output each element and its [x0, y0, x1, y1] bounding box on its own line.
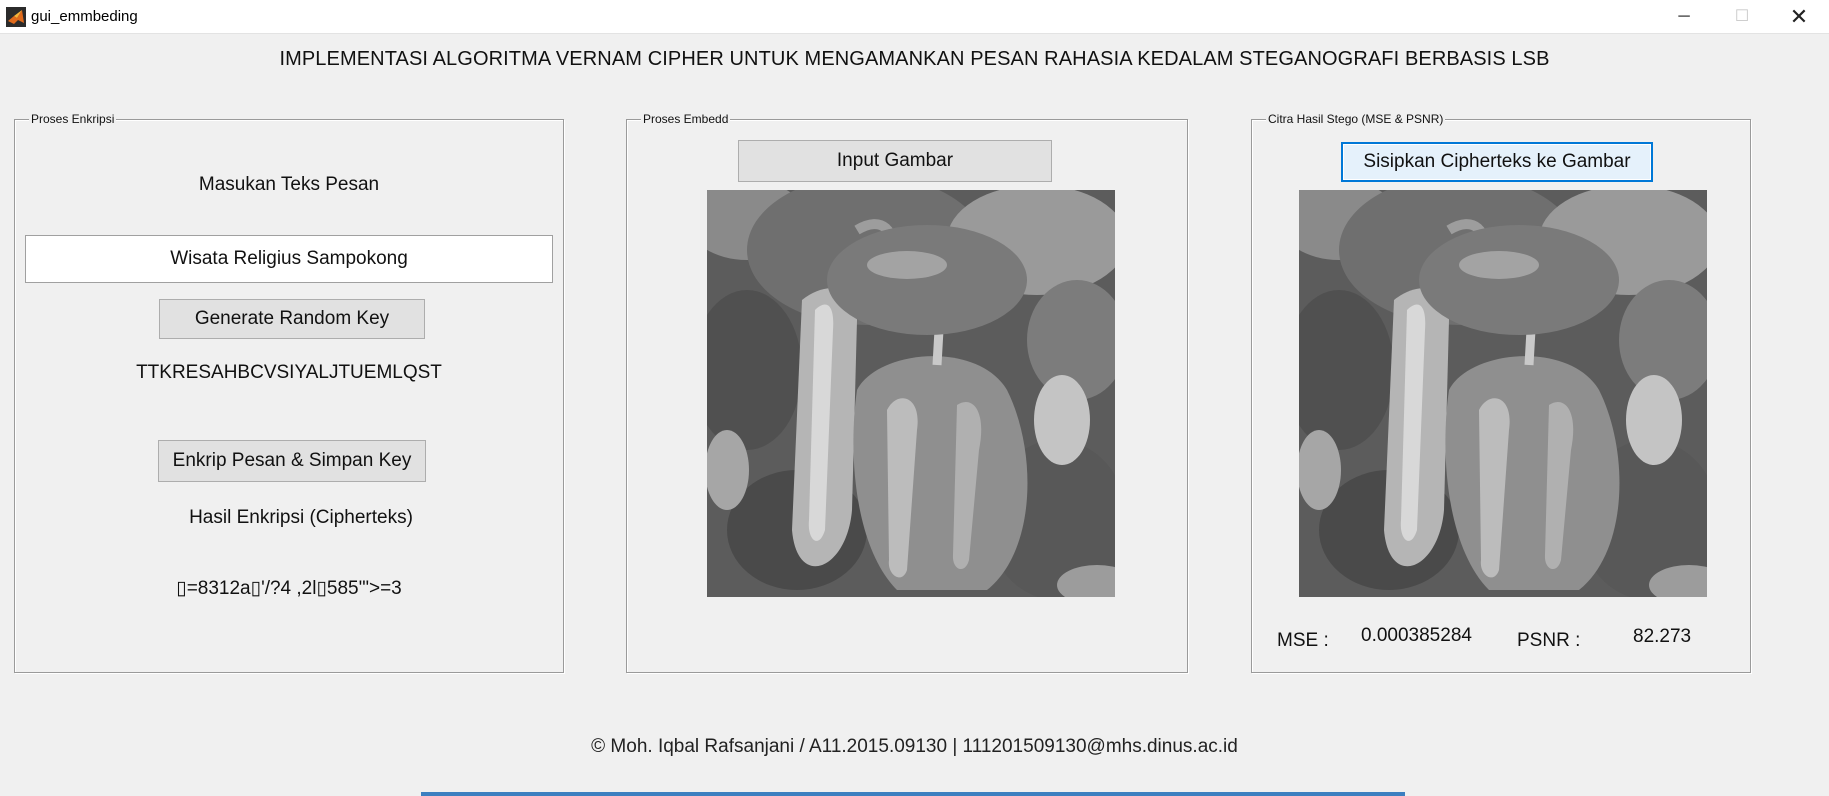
message-input[interactable] [25, 235, 553, 283]
stego-panel-legend: Citra Hasil Stego (MSE & PSNR) [1266, 112, 1446, 126]
psnr-value: 82.273 [1633, 626, 1692, 647]
stego-panel: Citra Hasil Stego (MSE & PSNR) Sisipkan … [1251, 112, 1751, 673]
psnr-label: PSNR : [1517, 630, 1581, 651]
window-titlebar: gui_emmbeding ─ ☐ ✕ [0, 0, 1829, 34]
encrypt-panel: Proses Enkripsi Masukan Teks Pesan Gener… [14, 112, 564, 673]
generate-key-button[interactable]: Generate Random Key [159, 299, 425, 339]
ciphertext-value: ▯=8312a▯'/?4 ,2l▯585'">=3 [176, 578, 402, 599]
footer-credit: © Moh. Iqbal Rafsanjani / A11.2015.09130… [591, 736, 1238, 757]
stego-image [1299, 190, 1707, 597]
window-title: gui_emmbeding [31, 8, 138, 25]
taskbar-strip [421, 792, 1405, 796]
mse-label: MSE : [1277, 630, 1329, 651]
random-key-value: TTKRESAHBCVSIYALJTUEMLQST [136, 362, 442, 383]
page-title: IMPLEMENTASI ALGORITMA VERNAM CIPHER UNT… [279, 48, 1550, 70]
input-image-button[interactable]: Input Gambar [738, 140, 1052, 182]
cover-image [707, 190, 1115, 597]
peppers-image [1299, 190, 1707, 597]
peppers-image [707, 190, 1115, 597]
ciphertext-label: Hasil Enkripsi (Cipherteks) [189, 507, 413, 528]
embed-panel-legend: Proses Embedd [641, 112, 731, 126]
embed-ciphertext-button[interactable]: Sisipkan Cipherteks ke Gambar [1341, 142, 1653, 182]
mse-value: 0.000385284 [1361, 625, 1472, 646]
embed-panel: Proses Embedd Input Gambar [626, 112, 1188, 673]
matlab-icon [6, 7, 26, 27]
encrypt-panel-legend: Proses Enkripsi [29, 112, 117, 126]
maximize-button[interactable]: ☐ [1716, 0, 1768, 33]
encrypt-save-key-button[interactable]: Enkrip Pesan & Simpan Key [158, 440, 426, 482]
minimize-button[interactable]: ─ [1658, 0, 1710, 33]
close-button[interactable]: ✕ [1773, 0, 1825, 33]
message-label: Masukan Teks Pesan [198, 174, 380, 195]
